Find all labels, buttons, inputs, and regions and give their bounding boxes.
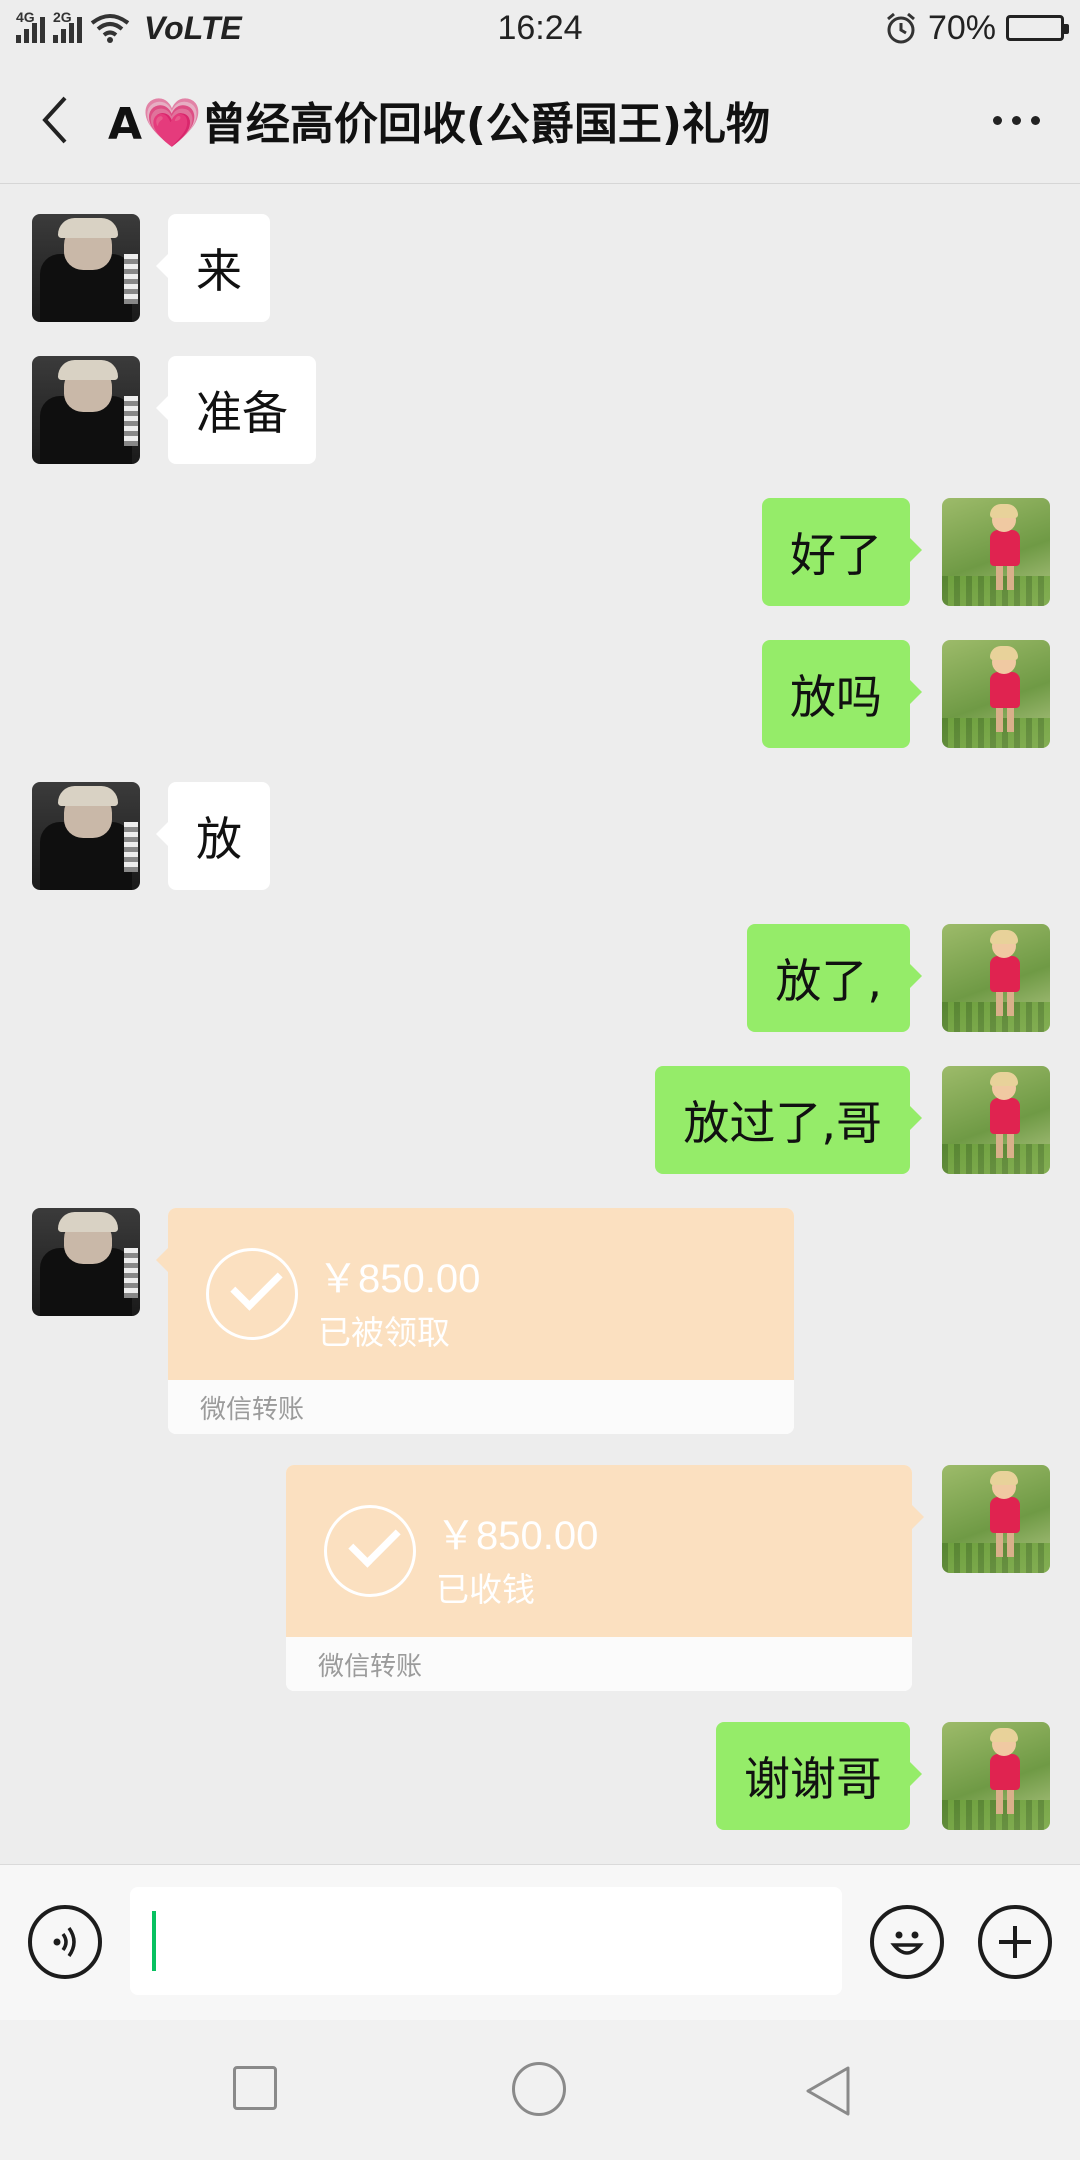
transfer-footer: 微信转账 <box>168 1380 794 1434</box>
transfer-amount: ￥850.00 <box>436 1514 599 1558</box>
battery-icon <box>1006 15 1069 41</box>
message-bubble[interactable]: 准备 <box>156 356 316 464</box>
message-bubble[interactable]: 放 <box>156 782 270 890</box>
transfer-card[interactable]: ￥850.00 已收钱 微信转账 <box>286 1465 912 1691</box>
message-bubble[interactable]: 放吗 <box>762 640 922 748</box>
plus-button[interactable] <box>978 1905 1052 1979</box>
message-row: 好了 <box>0 498 1080 606</box>
message-row: 放过了,哥 <box>0 1066 1080 1174</box>
avatar[interactable] <box>32 782 140 890</box>
bubble-tail <box>912 1505 924 1529</box>
message-bubble[interactable]: 放了, <box>747 924 922 1032</box>
avatar[interactable] <box>32 1208 140 1316</box>
bubble-tail <box>156 1248 168 1272</box>
message-bubble[interactable]: 好了 <box>762 498 922 606</box>
transfer-card-body: ￥850.00 已收钱 <box>286 1465 912 1637</box>
triangle-icon[interactable] <box>804 2064 852 2118</box>
input-bar <box>0 1864 1080 2020</box>
alarm-icon <box>886 12 915 44</box>
transfer-card-body: ￥850.00 已被领取 <box>168 1208 794 1380</box>
text-caret <box>152 1911 156 1971</box>
check-circle-icon <box>324 1505 416 1597</box>
voice-icon <box>53 1926 76 1958</box>
message-row: 准备 <box>0 356 1080 464</box>
message-row: 放了, <box>0 924 1080 1032</box>
message-row: 来 <box>0 214 1080 322</box>
heart-emoji: 💗 <box>142 94 202 151</box>
message-input[interactable] <box>130 1887 842 1995</box>
signal-4g-icon: 4G <box>16 9 45 43</box>
message-row: 放吗 <box>0 640 1080 748</box>
emoji-icon <box>890 1931 924 1955</box>
avatar[interactable] <box>32 356 140 464</box>
message-row: 谢谢哥 <box>0 1722 1080 1830</box>
more-button[interactable] <box>993 56 1040 184</box>
message-bubble[interactable]: 放过了,哥 <box>655 1066 922 1174</box>
message-row: 放 <box>0 782 1080 890</box>
transfer-card[interactable]: ￥850.00 已被领取 微信转账 <box>168 1208 794 1434</box>
avatar[interactable] <box>942 640 1050 748</box>
avatar[interactable] <box>942 1066 1050 1174</box>
chevron-left-icon <box>42 96 67 143</box>
message-bubble[interactable]: 谢谢哥 <box>716 1722 922 1830</box>
avatar[interactable] <box>32 214 140 322</box>
status-right: 70% <box>884 8 1069 48</box>
status-left: 4G 2G VoLTE <box>16 9 242 47</box>
plus-icon <box>999 1926 1031 1958</box>
chat-title: A💗曾经高价回收(公爵国王)礼物 <box>108 94 771 151</box>
message-bubble[interactable]: 来 <box>156 214 270 322</box>
check-circle-icon <box>206 1248 298 1340</box>
transfer-status: 已被领取 <box>318 1313 450 1352</box>
transfer-row: ￥850.00 已被领取 微信转账 <box>0 1208 1080 1434</box>
transfer-amount: ￥850.00 <box>318 1257 481 1301</box>
circle-icon[interactable] <box>512 2062 566 2116</box>
transfer-status: 已收钱 <box>436 1570 535 1609</box>
battery-percent: 70% <box>927 8 996 47</box>
square-icon[interactable] <box>233 2066 277 2110</box>
chat-header: A💗曾经高价回收(公爵国王)礼物 <box>0 56 1080 184</box>
avatar[interactable] <box>942 498 1050 606</box>
emoji-button[interactable] <box>870 1905 944 1979</box>
signal-2g-icon: 2G <box>53 9 82 43</box>
system-nav-bar <box>0 2020 1080 2160</box>
wifi-icon <box>90 14 130 43</box>
transfer-row: ￥850.00 已收钱 微信转账 <box>0 1465 1080 1691</box>
transfer-footer: 微信转账 <box>286 1637 912 1691</box>
back-button[interactable] <box>0 56 108 184</box>
avatar[interactable] <box>942 924 1050 1032</box>
status-bar: 4G 2G VoLTE 16:24 70% <box>0 0 1080 56</box>
avatar[interactable] <box>942 1465 1050 1573</box>
more-dots-icon <box>993 115 1002 125</box>
volte-label: VoLTE <box>144 9 242 46</box>
voice-button[interactable] <box>28 1905 102 1979</box>
avatar[interactable] <box>942 1722 1050 1830</box>
